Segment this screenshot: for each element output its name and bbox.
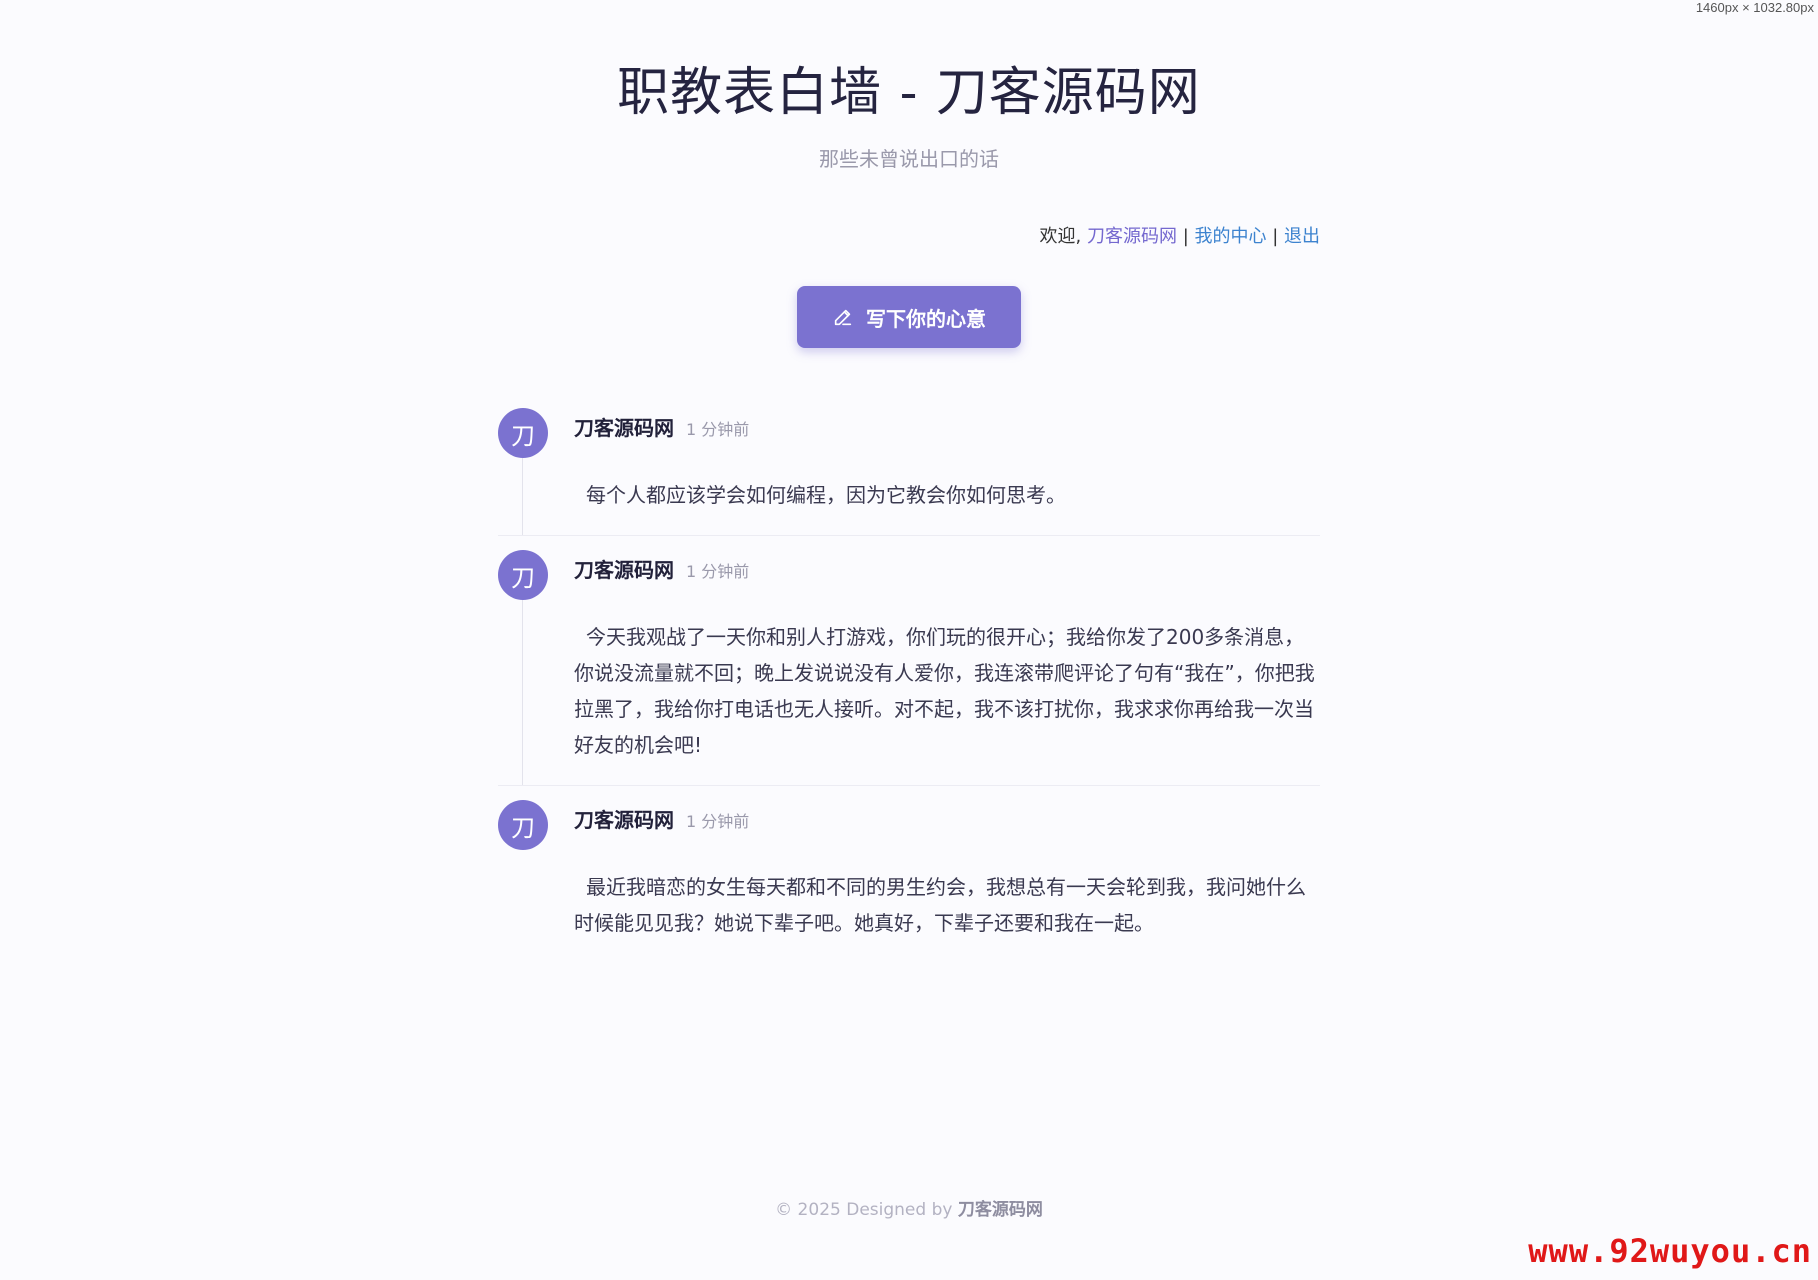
main-container: 欢迎, 刀客源码网 | 我的中心 | 退出 写下你的心意 刀 刀客源码网 1 分…: [498, 222, 1320, 963]
post-author: 刀客源码网: [574, 558, 674, 582]
avatar: 刀: [498, 800, 548, 850]
username-link[interactable]: 刀客源码网: [1087, 226, 1177, 247]
avatar: 刀: [498, 408, 548, 458]
post-author: 刀客源码网: [574, 808, 674, 832]
post-item: 刀 刀客源码网 1 分钟前 每个人都应该学会如何编程，因为它教会你如何思考。: [498, 408, 1320, 536]
my-center-link[interactable]: 我的中心: [1194, 226, 1266, 247]
welcome-text: 欢迎,: [1039, 226, 1087, 247]
site-watermark: www.92wuyou.cn: [1528, 1232, 1812, 1270]
footer-text: © 2025 Designed by: [775, 1200, 958, 1220]
post-author: 刀客源码网: [574, 416, 674, 440]
separator: |: [1176, 226, 1195, 247]
page-footer: © 2025 Designed by 刀客源码网: [0, 1195, 1818, 1220]
post-time: 1 分钟前: [686, 812, 750, 831]
post-content: 今天我观战了一天你和别人打游戏，你们玩的很开心；我给你发了200多条消息，你说没…: [574, 625, 1315, 757]
page-subtitle: 那些未曾说出口的话: [819, 147, 999, 171]
write-confession-button[interactable]: 写下你的心意: [797, 286, 1021, 348]
pencil-icon: [834, 309, 852, 326]
post-list: 刀 刀客源码网 1 分钟前 每个人都应该学会如何编程，因为它教会你如何思考。 刀…: [498, 408, 1320, 963]
page-header: 职教表白墙 - 刀客源码网 那些未曾说出口的话: [0, 0, 1818, 172]
avatar: 刀: [498, 550, 548, 600]
post-item: 刀 刀客源码网 1 分钟前 最近我暗恋的女生每天都和不同的男生约会，我想总有一天…: [498, 800, 1320, 963]
logout-link[interactable]: 退出: [1284, 226, 1320, 247]
user-bar: 欢迎, 刀客源码网 | 我的中心 | 退出: [498, 222, 1320, 247]
write-button-label: 写下你的心意: [866, 306, 986, 331]
post-time: 1 分钟前: [686, 420, 750, 439]
separator: |: [1266, 226, 1284, 247]
post-time: 1 分钟前: [686, 562, 750, 581]
post-content: 最近我暗恋的女生每天都和不同的男生约会，我想总有一天会轮到我，我问她什么时候能见…: [574, 875, 1306, 935]
viewport-size-readout: 1460px × 1032.80px: [1695, 0, 1814, 15]
footer-brand: 刀客源码网: [957, 1200, 1043, 1220]
page-title: 职教表白墙 - 刀客源码网: [617, 63, 1201, 123]
post-item: 刀 刀客源码网 1 分钟前 今天我观战了一天你和别人打游戏，你们玩的很开心；我给…: [498, 550, 1320, 786]
post-content: 每个人都应该学会如何编程，因为它教会你如何思考。: [586, 483, 1066, 507]
